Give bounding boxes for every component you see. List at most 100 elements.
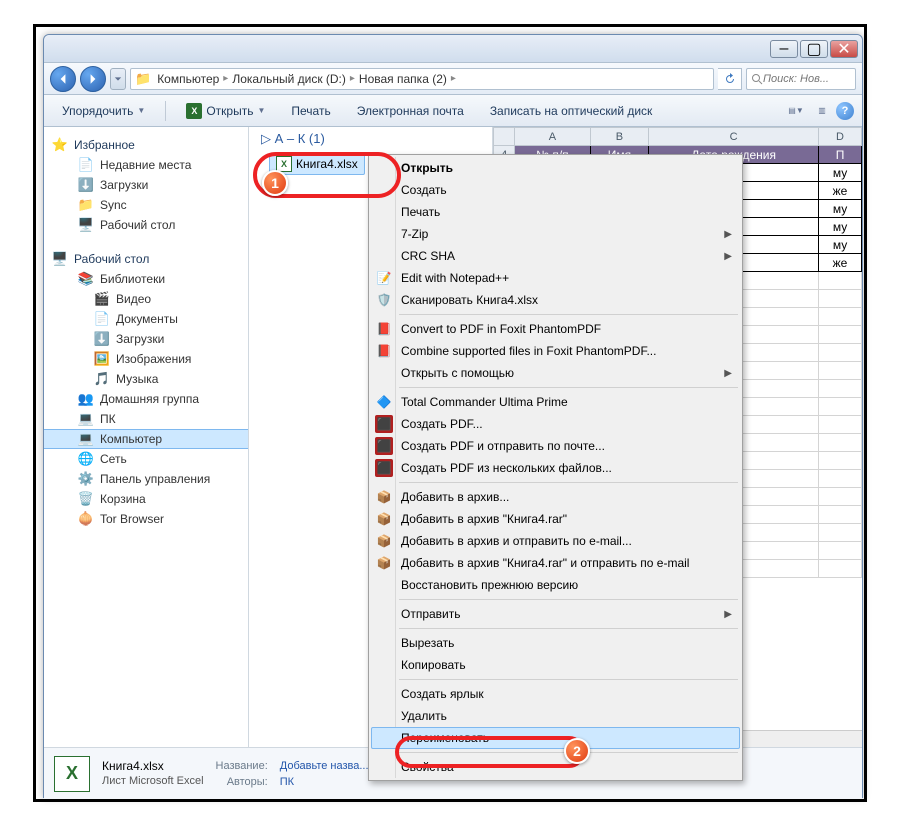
context-menu-item[interactable]: 🛡️Сканировать Книга4.xlsx xyxy=(371,289,740,311)
back-button[interactable] xyxy=(50,66,76,92)
print-button[interactable]: Печать xyxy=(281,101,340,121)
context-menu-item[interactable]: Печать xyxy=(371,201,740,223)
excel-icon: X xyxy=(186,103,202,119)
organize-button[interactable]: Упорядочить ▼ xyxy=(52,101,155,121)
table-cell: му xyxy=(819,236,862,254)
ar-icon: 📦 xyxy=(375,532,393,550)
context-menu-item[interactable]: Копировать xyxy=(371,654,740,676)
context-menu-item[interactable]: ⬛Создать PDF... xyxy=(371,413,740,435)
history-dropdown-button[interactable] xyxy=(110,68,126,90)
context-menu-item[interactable]: ⬛Создать PDF и отправить по почте... xyxy=(371,435,740,457)
sidebar-item[interactable]: 🖼️Изображения xyxy=(44,349,248,369)
empty-cell xyxy=(819,326,862,344)
email-button[interactable]: Электронная почта xyxy=(347,101,474,121)
close-button[interactable]: ✕ xyxy=(830,40,858,58)
details-filetype: Лист Microsoft Excel xyxy=(102,774,204,789)
details-title-value[interactable]: Добавьте назва... xyxy=(280,758,369,774)
context-menu-item[interactable]: 7-Zip▶ xyxy=(371,223,740,245)
sidebar-item[interactable]: 📄Недавние места xyxy=(44,155,248,175)
search-icon xyxy=(751,73,763,85)
maximize-button[interactable]: ▢ xyxy=(800,40,828,58)
empty-cell xyxy=(819,416,862,434)
context-menu-item[interactable]: Создать xyxy=(371,179,740,201)
empty-cell xyxy=(819,470,862,488)
context-menu-item[interactable]: ⬛Создать PDF из нескольких файлов... xyxy=(371,457,740,479)
fx-icon: 📕 xyxy=(375,342,393,360)
file-name: Книга4.xlsx xyxy=(296,157,358,171)
sidebar-item[interactable]: 🎬Видео xyxy=(44,289,248,309)
context-menu-item[interactable]: Открыть с помощью▶ xyxy=(371,362,740,384)
crumb-folder[interactable]: Новая папка (2) xyxy=(357,72,449,86)
sidebar-item[interactable]: 💻Компьютер xyxy=(44,429,248,449)
empty-cell xyxy=(819,290,862,308)
file-item-kniga4[interactable]: X Книга4.xlsx xyxy=(269,153,365,175)
context-menu-item[interactable]: Создать ярлык xyxy=(371,683,740,705)
empty-cell xyxy=(819,524,862,542)
sidebar-item[interactable]: 📁Sync xyxy=(44,195,248,215)
crumb-drive[interactable]: Локальный диск (D:) xyxy=(230,72,348,86)
preview-pane-button[interactable]: ▥ xyxy=(810,100,834,122)
context-menu-item[interactable]: Удалить xyxy=(371,705,740,727)
crumb-computer[interactable]: Компьютер xyxy=(155,72,221,86)
open-button[interactable]: XОткрыть ▼ xyxy=(176,100,275,122)
context-menu-item[interactable]: 📦Добавить в архив... xyxy=(371,486,740,508)
details-authors-value[interactable]: ПК xyxy=(280,774,369,790)
details-filename: Книга4.xlsx xyxy=(102,759,204,774)
pd-icon: ⬛ xyxy=(375,459,393,477)
sidebar-item[interactable]: 🗑️Корзина xyxy=(44,489,248,509)
folder-icon: 📁 xyxy=(135,71,151,87)
context-menu-item[interactable]: Свойства xyxy=(371,756,740,778)
tc-icon: 🔷 xyxy=(375,393,393,411)
sidebar-item[interactable]: ⚙️Панель управления xyxy=(44,469,248,489)
column-header[interactable]: B xyxy=(590,128,649,146)
context-menu-item[interactable]: 📦Добавить в архив "Книга4.rar" xyxy=(371,508,740,530)
context-menu-item[interactable]: Вырезать xyxy=(371,632,740,654)
sidebar-item[interactable]: ⬇️Загрузки xyxy=(44,329,248,349)
search-input[interactable] xyxy=(763,73,843,85)
table-cell: му xyxy=(819,218,862,236)
empty-cell xyxy=(819,452,862,470)
context-menu-item[interactable]: 📕Convert to PDF in Foxit PhantomPDF xyxy=(371,318,740,340)
sidebar-favorites-head[interactable]: ⭐Избранное xyxy=(44,135,248,155)
empty-cell xyxy=(819,344,862,362)
context-menu-item[interactable]: 📦Добавить в архив "Книга4.rar" и отправи… xyxy=(371,552,740,574)
empty-cell xyxy=(819,398,862,416)
sidebar-desktop-head[interactable]: 🖥️Рабочий стол xyxy=(44,249,248,269)
sidebar-item[interactable]: 👥Домашняя группа xyxy=(44,389,248,409)
context-menu-item[interactable]: CRC SHA▶ xyxy=(371,245,740,267)
context-menu-item[interactable]: 📦Добавить в архив и отправить по e-mail.… xyxy=(371,530,740,552)
sidebar-item[interactable]: 🎵Музыка xyxy=(44,369,248,389)
select-all-cell[interactable] xyxy=(494,128,515,146)
empty-cell xyxy=(819,560,862,578)
callout-badge-1: 1 xyxy=(262,170,288,196)
minimize-button[interactable]: – xyxy=(770,40,798,58)
sidebar-libraries-head[interactable]: 📚Библиотеки xyxy=(44,269,248,289)
column-header[interactable]: A xyxy=(515,128,590,146)
empty-cell xyxy=(819,380,862,398)
empty-cell xyxy=(819,362,862,380)
empty-cell xyxy=(819,308,862,326)
column-header[interactable]: C xyxy=(649,128,819,146)
context-menu-item[interactable]: Восстановить прежнюю версию xyxy=(371,574,740,596)
burn-button[interactable]: Записать на оптический диск xyxy=(480,101,663,121)
context-menu-item[interactable]: 📕Combine supported files in Foxit Phanto… xyxy=(371,340,740,362)
sidebar-item[interactable]: ⬇️Загрузки xyxy=(44,175,248,195)
sidebar-item[interactable]: 📄Документы xyxy=(44,309,248,329)
column-header[interactable]: D xyxy=(819,128,862,146)
sidebar-item[interactable]: 💻ПК xyxy=(44,409,248,429)
search-box[interactable] xyxy=(746,68,856,90)
refresh-button[interactable] xyxy=(718,68,742,90)
context-menu-item[interactable]: 📝Edit with Notepad++ xyxy=(371,267,740,289)
breadcrumb[interactable]: 📁 Компьютер▸ Локальный диск (D:)▸ Новая … xyxy=(130,68,714,90)
context-menu-item[interactable]: Отправить▶ xyxy=(371,603,740,625)
sidebar-item[interactable]: 🧅Tor Browser xyxy=(44,509,248,529)
context-menu-item[interactable]: Переименовать xyxy=(371,727,740,749)
context-menu-item[interactable]: Открыть xyxy=(371,157,740,179)
fx-icon: 📕 xyxy=(375,320,393,338)
help-button[interactable]: ? xyxy=(836,102,854,120)
forward-button[interactable] xyxy=(80,66,106,92)
sidebar-item[interactable]: 🖥️Рабочий стол xyxy=(44,215,248,235)
sidebar-item[interactable]: 🌐Сеть xyxy=(44,449,248,469)
context-menu-item[interactable]: 🔷Total Commander Ultima Prime xyxy=(371,391,740,413)
view-layout-button[interactable]: ▤ ▼ xyxy=(784,100,808,122)
